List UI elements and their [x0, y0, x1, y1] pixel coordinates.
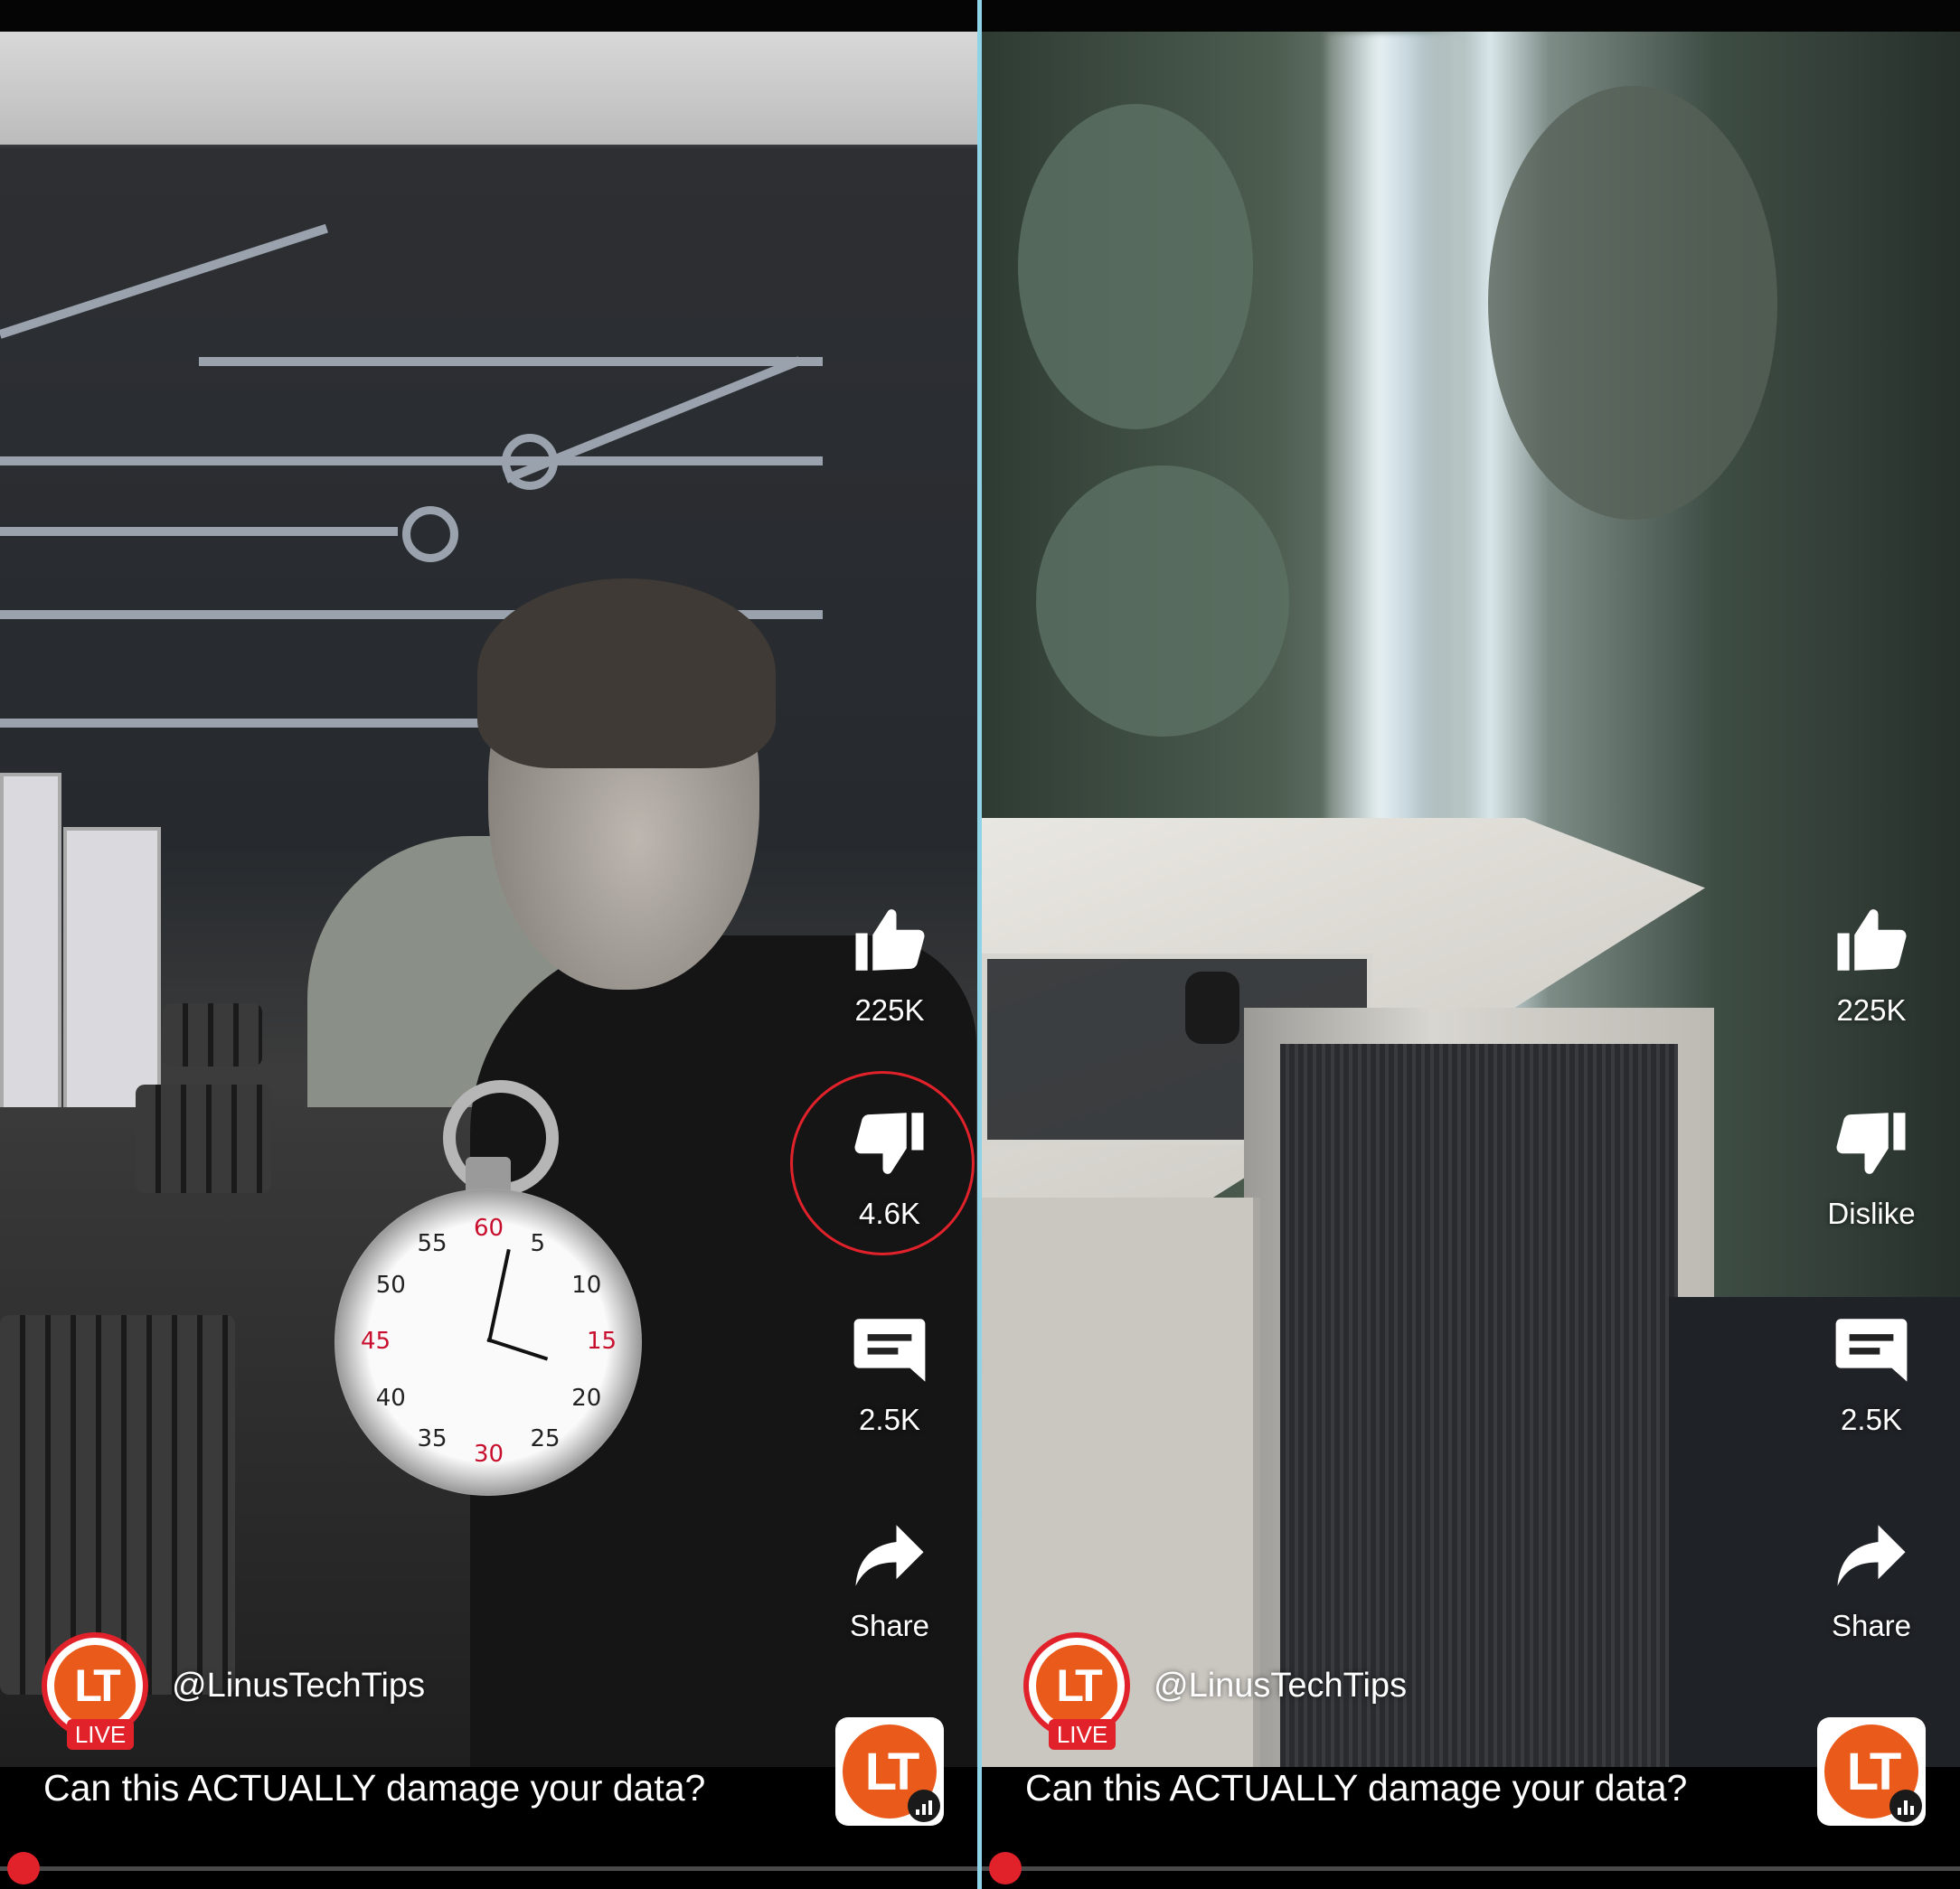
wall-trace — [0, 456, 823, 465]
progress-track[interactable] — [982, 1866, 1960, 1871]
dislike-button[interactable]: 4.6K — [817, 1103, 962, 1231]
wall-trace — [0, 719, 506, 728]
short-panel-right: 225K Dislike 2.5K Share LT LIVE @LinusTe… — [982, 0, 1960, 1889]
stopwatch-number: 5 — [530, 1229, 546, 1257]
stopwatch-number: 10 — [571, 1271, 602, 1299]
stopwatch-number: 20 — [571, 1384, 602, 1412]
equalizer-icon — [1889, 1790, 1922, 1822]
sound-thumbnail[interactable]: LT — [835, 1717, 944, 1826]
stopwatch-number: 55 — [417, 1229, 448, 1257]
share-button[interactable]: Share — [1799, 1515, 1944, 1643]
progress-handle[interactable] — [7, 1852, 40, 1884]
live-badge: LIVE — [1049, 1719, 1116, 1750]
comment-icon — [853, 1319, 926, 1382]
comment-button[interactable]: 2.5K — [1799, 1309, 1944, 1437]
dislike-button[interactable]: Dislike — [1799, 1103, 1944, 1231]
channel-row: LT LIVE @LinusTechTips — [1023, 1627, 1407, 1750]
channel-avatar[interactable]: LT LIVE — [42, 1632, 148, 1750]
channel-handle[interactable]: @LinusTechTips — [1154, 1667, 1407, 1706]
share-button[interactable]: Share — [817, 1515, 962, 1643]
stopwatch-number: 35 — [417, 1425, 448, 1453]
channel-row: LT LIVE @LinusTechTips — [42, 1627, 425, 1750]
stopwatch-number: 40 — [375, 1384, 406, 1412]
stopwatch-number: 15 — [587, 1328, 617, 1355]
dislike-label: Dislike — [1827, 1197, 1916, 1230]
top-bar — [0, 0, 977, 32]
person-hair — [477, 578, 776, 768]
keyboard — [136, 1085, 271, 1193]
comment-button[interactable]: 2.5K — [817, 1309, 962, 1437]
wall-ring — [402, 506, 458, 562]
thumbs-up-icon — [1837, 909, 1907, 971]
stopwatch-number: 45 — [361, 1328, 391, 1355]
comment-count: 2.5K — [1841, 1403, 1902, 1436]
foliage — [1488, 86, 1777, 520]
progress-track[interactable] — [0, 1866, 977, 1871]
pc-case — [0, 773, 61, 1160]
short-panel-left: 60 5 10 15 20 25 30 35 40 45 50 55 225K 4.6K 2.5K S… — [0, 0, 977, 1889]
stopwatch-number: 50 — [375, 1271, 406, 1299]
thumbs-down-icon — [1836, 1113, 1906, 1174]
channel-avatar[interactable]: LT LIVE — [1023, 1632, 1130, 1750]
equalizer-icon — [908, 1790, 940, 1822]
dislike-count: 4.6K — [859, 1197, 920, 1230]
top-bar — [982, 0, 1960, 32]
pc-case — [63, 827, 161, 1123]
progress-handle[interactable] — [989, 1852, 1022, 1884]
video-title[interactable]: Can this ACTUALLY damage your data? — [43, 1767, 705, 1809]
waterfall — [1325, 32, 1461, 845]
share-label: Share — [1831, 1609, 1912, 1642]
sound-thumbnail[interactable]: LT — [1817, 1717, 1926, 1826]
ltt-logo-icon: LT — [1036, 1645, 1117, 1726]
like-button[interactable]: 225K — [1799, 899, 1944, 1028]
foliage — [1036, 465, 1289, 737]
ceiling — [0, 32, 977, 145]
like-count: 225K — [854, 993, 925, 1027]
share-arrow-icon — [855, 1525, 924, 1586]
stopwatch-number: 60 — [474, 1215, 504, 1242]
share-label: Share — [849, 1609, 930, 1642]
live-badge: LIVE — [67, 1719, 134, 1750]
comment-icon — [1835, 1319, 1908, 1382]
video-title[interactable]: Can this ACTUALLY damage your data? — [1025, 1767, 1687, 1809]
thumbs-down-icon — [854, 1113, 924, 1174]
like-count: 225K — [1836, 993, 1907, 1027]
share-arrow-icon — [1837, 1525, 1906, 1586]
pc-knob — [1185, 972, 1239, 1044]
stopwatch-number: 25 — [530, 1425, 561, 1453]
like-button[interactable]: 225K — [817, 899, 962, 1028]
ltt-logo-icon: LT — [54, 1645, 136, 1726]
stopwatch-number: 30 — [474, 1441, 504, 1468]
thumbs-up-icon — [855, 909, 925, 971]
keyboard — [163, 1003, 262, 1067]
comment-count: 2.5K — [859, 1403, 920, 1436]
foliage — [1018, 104, 1253, 429]
wall-ring — [502, 434, 558, 490]
channel-handle[interactable]: @LinusTechTips — [172, 1667, 425, 1706]
wall-trace — [0, 527, 398, 536]
wall-trace — [199, 357, 823, 366]
wall-trace — [0, 223, 328, 339]
